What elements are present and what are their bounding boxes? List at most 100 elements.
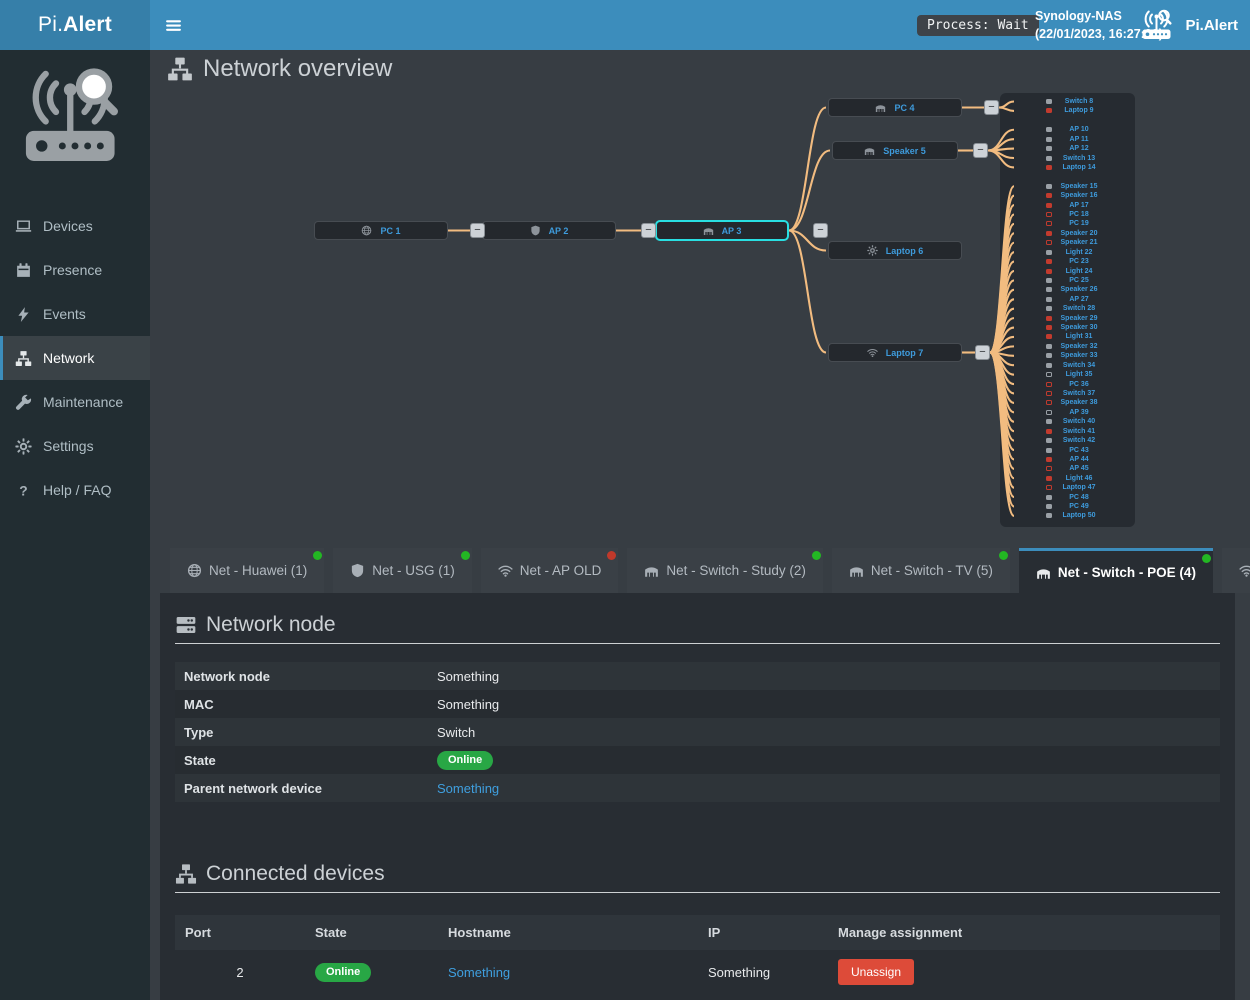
device-item-switch-37[interactable]: Switch 37	[1000, 389, 1135, 398]
device-item-ap-17[interactable]: AP 17	[1000, 201, 1135, 210]
device-item-pc-18[interactable]: PC 18	[1000, 210, 1135, 219]
unassign-button[interactable]: Unassign	[838, 959, 914, 985]
device-item-light-31[interactable]: Light 31	[1000, 332, 1135, 341]
header-brand: Pi.Alert	[1140, 0, 1238, 50]
device-item-speaker-20[interactable]: Speaker 20	[1000, 229, 1135, 238]
device-item-ap-27[interactable]: AP 27	[1000, 295, 1135, 304]
device-item-ap-10[interactable]: AP 10	[1000, 125, 1135, 134]
device-item-ap-44[interactable]: AP 44	[1000, 455, 1135, 464]
tab-net-huawei-1[interactable]: Net - Huawei (1)	[170, 548, 324, 593]
device-label: AP 45	[1052, 464, 1106, 473]
device-item-pc-43[interactable]: PC 43	[1000, 446, 1135, 455]
device-item-pc-25[interactable]: PC 25	[1000, 276, 1135, 285]
network-node-speaker-5[interactable]: Speaker 5	[832, 141, 958, 160]
device-item-pc-19[interactable]: PC 19	[1000, 219, 1135, 228]
network-node-laptop-7[interactable]: Laptop 7	[828, 343, 962, 362]
device-item-pc-36[interactable]: PC 36	[1000, 380, 1135, 389]
device-item-switch-34[interactable]: Switch 34	[1000, 361, 1135, 370]
device-item-speaker-32[interactable]: Speaker 32	[1000, 342, 1135, 351]
tab-net-ap-old[interactable]: Net - AP OLD	[481, 548, 619, 593]
network-node-ap-3[interactable]: AP 3	[655, 220, 789, 241]
sidebar-item-network[interactable]: Network	[0, 336, 150, 380]
device-item-laptop-14[interactable]: Laptop 14	[1000, 163, 1135, 172]
device-item-switch-28[interactable]: Switch 28	[1000, 304, 1135, 313]
device-item-speaker-26[interactable]: Speaker 26	[1000, 285, 1135, 294]
device-item-ap-39[interactable]: AP 39	[1000, 408, 1135, 417]
tab-net-ap-36[interactable]: Net - AP (36)	[1222, 548, 1250, 593]
sidebar-item-events[interactable]: Events	[0, 292, 150, 336]
device-label: Light 31	[1052, 332, 1106, 341]
sidebar-item-devices[interactable]: Devices	[0, 204, 150, 248]
collapse-button-3[interactable]: −	[813, 223, 828, 238]
tab-net-switch-study-2[interactable]: Net - Switch - Study (2)	[627, 548, 823, 593]
device-item-ap-45[interactable]: AP 45	[1000, 464, 1135, 473]
device-label: Switch 13	[1052, 154, 1106, 163]
sitemap-icon	[15, 350, 32, 367]
device-item-laptop-9[interactable]: Laptop 9	[1000, 106, 1135, 115]
collapse-button-4[interactable]: −	[984, 100, 999, 115]
hostname-link[interactable]: Something	[448, 965, 510, 980]
device-item-switch-8[interactable]: Switch 8	[1000, 97, 1135, 106]
device-item-light-46[interactable]: Light 46	[1000, 474, 1135, 483]
device-item-pc-49[interactable]: PC 49	[1000, 502, 1135, 511]
device-item-laptop-50[interactable]: Laptop 50	[1000, 511, 1135, 520]
field-value: Something	[437, 669, 499, 684]
collapse-button-1[interactable]: −	[470, 223, 485, 238]
field-label: Parent network device	[175, 781, 435, 796]
device-item-speaker-38[interactable]: Speaker 38	[1000, 398, 1135, 407]
parent-device-link[interactable]: Something	[437, 781, 499, 796]
network-node-laptop-6[interactable]: Laptop 6	[828, 241, 962, 260]
tab-net-switch-poe-4[interactable]: Net - Switch - POE (4)	[1019, 548, 1213, 593]
network-node-pc-4[interactable]: PC 4	[828, 98, 962, 117]
device-item-speaker-33[interactable]: Speaker 33	[1000, 351, 1135, 360]
network-node-ap-2[interactable]: AP 2	[482, 221, 616, 240]
tab-net-usg-1[interactable]: Net - USG (1)	[333, 548, 472, 593]
device-label: Speaker 29	[1052, 314, 1106, 323]
collapse-button-2[interactable]: −	[641, 223, 656, 238]
sidebar-item-settings[interactable]: Settings	[0, 424, 150, 468]
device-item-light-24[interactable]: Light 24	[1000, 267, 1135, 276]
tab-net-switch-tv-5[interactable]: Net - Switch - TV (5)	[832, 548, 1010, 593]
device-item-ap-12[interactable]: AP 12	[1000, 144, 1135, 153]
field-value: Something	[437, 697, 499, 712]
device-item-laptop-47[interactable]: Laptop 47	[1000, 483, 1135, 492]
network-node-pc-1[interactable]: PC 1	[314, 221, 448, 240]
sidebar-item-help-faq[interactable]: ?Help / FAQ	[0, 468, 150, 512]
device-label: PC 49	[1052, 502, 1106, 511]
column-header-hostname: Hostname	[438, 925, 698, 940]
sidebar-item-presence[interactable]: Presence	[0, 248, 150, 292]
wifi-icon	[498, 563, 513, 578]
device-item-switch-41[interactable]: Switch 41	[1000, 427, 1135, 436]
collapse-button-6[interactable]: −	[975, 345, 990, 360]
tab-label: Net - Switch - TV (5)	[871, 563, 993, 578]
device-item-switch-40[interactable]: Switch 40	[1000, 417, 1135, 426]
device-item-pc-23[interactable]: PC 23	[1000, 257, 1135, 266]
sidebar-toggle-button[interactable]	[152, 0, 194, 50]
field-row-network-node: Network nodeSomething	[175, 662, 1220, 690]
field-label: Network node	[175, 669, 435, 684]
divider	[175, 643, 1220, 644]
collapse-button-5[interactable]: −	[973, 143, 988, 158]
device-item-light-22[interactable]: Light 22	[1000, 248, 1135, 257]
device-item-speaker-16[interactable]: Speaker 16	[1000, 191, 1135, 200]
device-label: Light 46	[1052, 474, 1106, 483]
sidebar-item-label: Network	[43, 350, 94, 366]
device-item-switch-13[interactable]: Switch 13	[1000, 154, 1135, 163]
column-header-manage-assignment: Manage assignment	[828, 925, 1220, 940]
sidebar-item-label: Help / FAQ	[43, 482, 111, 498]
device-label: Switch 28	[1052, 304, 1106, 313]
node-label: Laptop 7	[886, 348, 924, 358]
device-item-light-35[interactable]: Light 35	[1000, 370, 1135, 379]
app-logo[interactable]: Pi.Alert	[0, 0, 150, 50]
switch-icon	[644, 563, 659, 578]
sidebar-item-label: Maintenance	[43, 394, 123, 410]
device-item-speaker-29[interactable]: Speaker 29	[1000, 314, 1135, 323]
sidebar-item-maintenance[interactable]: Maintenance	[0, 380, 150, 424]
device-item-speaker-30[interactable]: Speaker 30	[1000, 323, 1135, 332]
device-item-speaker-15[interactable]: Speaker 15	[1000, 182, 1135, 191]
device-item-ap-11[interactable]: AP 11	[1000, 135, 1135, 144]
device-item-speaker-21[interactable]: Speaker 21	[1000, 238, 1135, 247]
device-item-switch-42[interactable]: Switch 42	[1000, 436, 1135, 445]
pialert-logo	[18, 66, 132, 174]
device-item-pc-48[interactable]: PC 48	[1000, 493, 1135, 502]
